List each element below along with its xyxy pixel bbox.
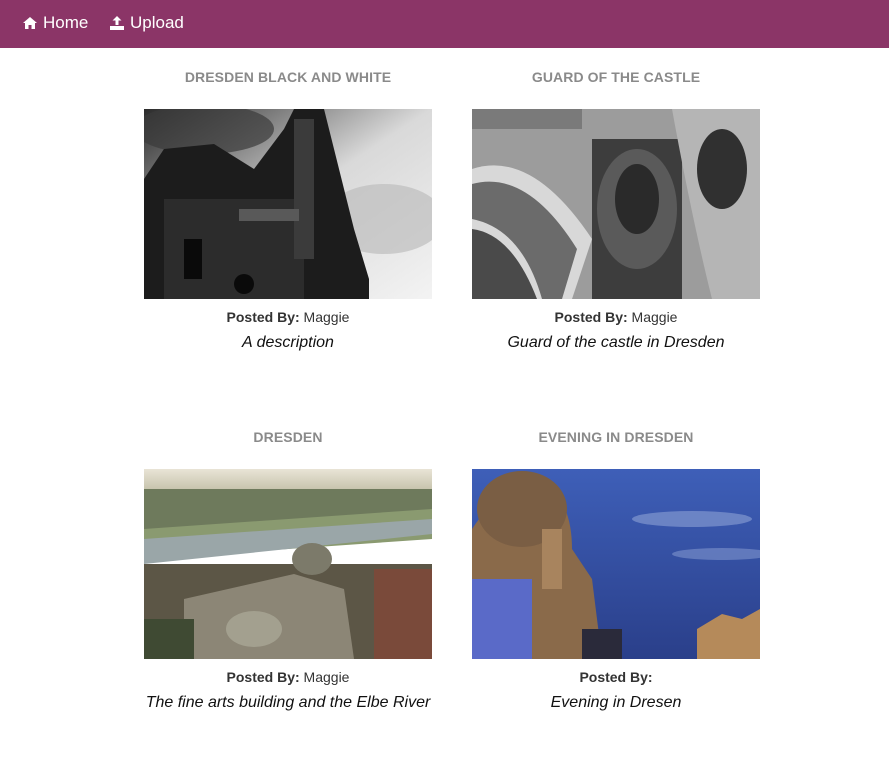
photo-image[interactable]: [144, 469, 432, 659]
photo-image[interactable]: [144, 109, 432, 299]
nav-upload-label: Upload: [130, 13, 184, 32]
posted-by-user: Maggie: [303, 669, 350, 685]
photo-description: A description: [242, 334, 334, 351]
photo-image[interactable]: [472, 109, 760, 299]
posted-by-label: Posted By:: [226, 309, 300, 325]
photo-card: GUARD OF THE CASTLE Posted By: Maggie Gu…: [472, 68, 760, 358]
photo-title: EVENING IN DRESDEN: [538, 429, 694, 445]
home-icon: [22, 15, 38, 31]
upload-icon: [109, 15, 125, 31]
photo-description: Evening in Dresen: [550, 694, 682, 711]
photo-title: GUARD OF THE CASTLE: [531, 69, 701, 85]
posted-by: Posted By: Maggie: [144, 308, 432, 326]
photo-title: DRESDEN BLACK AND WHITE: [184, 69, 392, 85]
photo-image[interactable]: [472, 469, 760, 659]
posted-by-label: Posted By:: [226, 669, 300, 685]
photo-card: DRESDEN BLACK AND WHITE Posted By: Maggi…: [144, 68, 432, 358]
nav-upload-link[interactable]: Upload: [109, 13, 184, 33]
posted-by-user: Maggie: [631, 309, 678, 325]
posted-by: Posted By: Maggie: [144, 668, 432, 686]
photo-card: DRESDEN Posted By: Maggie The fine arts …: [144, 428, 432, 718]
posted-by-label: Posted By:: [554, 309, 628, 325]
photo-card: EVENING IN DRESDEN Posted By: Evening in…: [472, 428, 760, 718]
posted-by: Posted By:: [472, 668, 760, 686]
photo-description: The fine arts building and the Elbe Rive…: [145, 694, 431, 711]
nav-home-link[interactable]: Home: [22, 13, 88, 33]
posted-by-label: Posted By:: [579, 669, 653, 685]
photo-title: DRESDEN: [253, 429, 323, 445]
top-navbar: Home Upload: [0, 0, 889, 48]
photo-description: Guard of the castle in Dresden: [507, 334, 725, 351]
posted-by-user: Maggie: [303, 309, 350, 325]
nav-home-label: Home: [43, 13, 89, 32]
posted-by: Posted By: Maggie: [472, 308, 760, 326]
